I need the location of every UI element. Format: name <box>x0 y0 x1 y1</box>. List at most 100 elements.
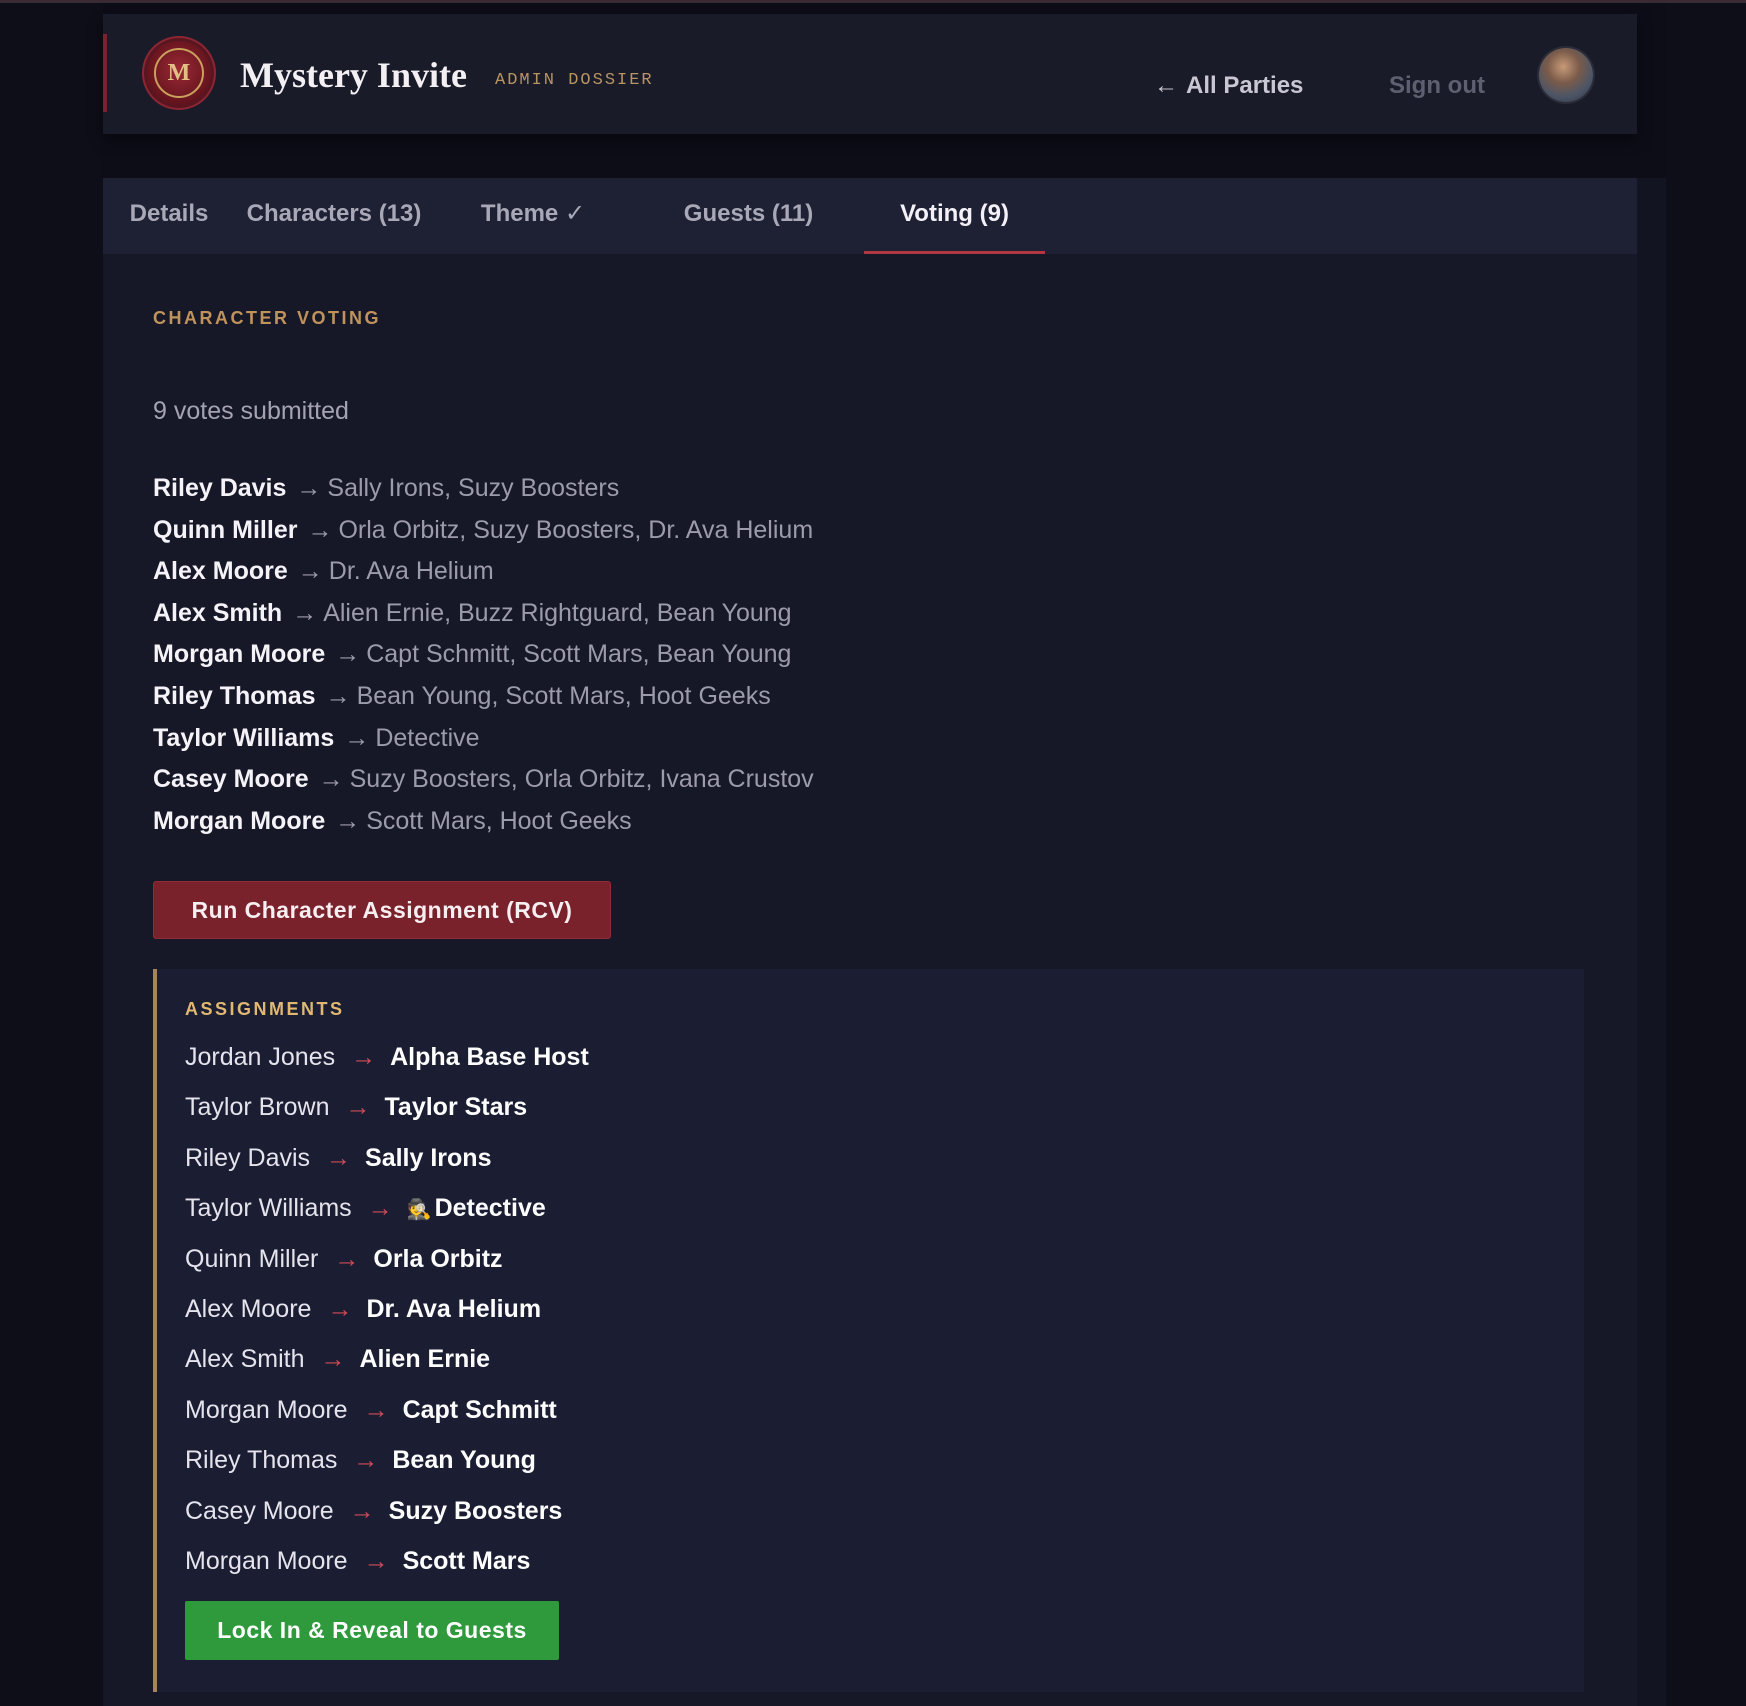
guest-name: Jordan Jones <box>185 1043 336 1071</box>
vote-choices: Dr. Ava Helium <box>328 557 494 586</box>
character-name: 🕵 Detective <box>407 1194 546 1222</box>
votes-count: 9 votes submitted <box>153 397 349 425</box>
vote-choices: Bean Young, Scott Mars, Hoot Geeks <box>356 681 771 710</box>
brand-title[interactable]: Mystery Invite <box>240 54 467 96</box>
voter-name: Quinn Miller <box>153 515 298 544</box>
tab-bar: Details Characters (13) Theme ✓ Guests (… <box>103 178 1637 254</box>
arrow-right-icon: → <box>307 515 333 544</box>
tab-guests[interactable]: Guests (11) <box>633 178 864 254</box>
arrow-right-icon: → <box>297 557 323 586</box>
arrow-right-icon: → <box>327 1294 353 1323</box>
guest-name: Taylor Brown <box>185 1093 330 1122</box>
vote-choices: Capt Schmitt, Scott Mars, Bean Young <box>366 640 792 669</box>
vote-choices: Alien Ernie, Buzz Rightguard, Bean Young <box>323 598 792 627</box>
arrow-right-icon: → <box>320 1345 346 1374</box>
tab-voting[interactable]: Voting (9) <box>864 178 1045 254</box>
assignment-row: Alex Smith → Alien Ernie <box>185 1334 589 1384</box>
voter-name: Taylor Williams <box>153 723 335 752</box>
assignment-row: Riley Thomas → Bean Young <box>185 1435 589 1485</box>
arrow-right-icon: → <box>335 640 361 669</box>
run-assignment-button[interactable]: Run Character Assignment (RCV) <box>153 881 611 939</box>
character-label: Suzy Boosters <box>388 1496 563 1525</box>
vote-choices: Scott Mars, Hoot Geeks <box>366 806 632 835</box>
assignment-row: Riley Davis → Sally Irons <box>185 1133 589 1183</box>
vote-row: Morgan Moore → Scott Mars, Hoot Geeks <box>153 801 814 843</box>
party-admin-panel: Details Characters (13) Theme ✓ Guests (… <box>103 178 1637 1706</box>
tab-characters[interactable]: Characters (13) <box>235 178 433 254</box>
tab-theme[interactable]: Theme ✓ <box>433 178 633 254</box>
character-label: Bean Young <box>392 1446 536 1475</box>
all-parties-label: All Parties <box>1186 72 1304 99</box>
arrow-right-icon: → <box>334 1244 360 1273</box>
vote-row: Quinn Miller → Orla Orbitz, Suzy Boosters,… <box>153 510 814 552</box>
character-label: Taylor Stars <box>384 1093 528 1122</box>
voter-name: Morgan Moore <box>153 640 326 669</box>
right-gutter <box>1666 3 1746 1706</box>
arrow-right-icon: → <box>351 1043 377 1071</box>
character-label: Alpha Base Host <box>390 1043 589 1071</box>
vote-row: Casey Moore → Suzy Boosters, Orla Orbitz, … <box>153 759 814 801</box>
vote-choices: Orla Orbitz, Suzy Boosters, Dr. Ava Heli… <box>338 515 814 544</box>
monogram-seal-icon[interactable]: M <box>147 41 211 105</box>
guest-name: Riley Thomas <box>185 1446 338 1475</box>
character-name: Scott Mars <box>403 1547 531 1575</box>
vote-list: Riley Davis → Sally Irons, Suzy Boosters Qu… <box>153 468 814 842</box>
sign-out-link[interactable]: Sign out <box>1389 72 1485 100</box>
assignment-row: Alex Moore → Dr. Ava Helium <box>185 1284 589 1334</box>
assignment-row: Jordan Jones → Alpha Base Host <box>185 1032 589 1082</box>
guest-name: Casey Moore <box>185 1496 334 1525</box>
header-accent-bar <box>103 34 107 112</box>
active-tab-indicator <box>864 251 1045 254</box>
character-label: Sally Irons <box>365 1143 492 1172</box>
character-name: Alien Ernie <box>359 1345 490 1373</box>
logo-monogram: M <box>154 48 204 98</box>
assignment-row: Taylor Williams → 🕵 Detective <box>185 1183 589 1233</box>
app-header: M Mystery Invite ADMIN DOSSIER ← All Par… <box>103 14 1637 134</box>
character-name: Capt Schmitt <box>403 1396 557 1424</box>
arrow-right-icon: → <box>353 1446 379 1475</box>
section-title: CHARACTER VOTING <box>153 308 381 328</box>
arrow-right-icon: → <box>363 1546 389 1575</box>
arrow-right-icon: → <box>363 1395 389 1424</box>
character-name: Suzy Boosters <box>389 1497 563 1525</box>
arrow-left-icon: ← <box>1154 72 1178 99</box>
character-name: Orla Orbitz <box>373 1245 502 1273</box>
tab-details[interactable]: Details <box>103 178 235 254</box>
detective-icon: 🕵 <box>406 1199 432 1222</box>
assignments-panel: ASSIGNMENTS Jordan Jones → Alpha Base Host… <box>153 969 1584 1692</box>
voter-name: Alex Moore <box>153 557 288 586</box>
character-name: Taylor Stars <box>385 1093 528 1121</box>
character-name: Dr. Ava Helium <box>366 1295 541 1323</box>
lock-reveal-button[interactable]: Lock In & Reveal to Guests <box>185 1601 559 1660</box>
vote-row: Morgan Moore → Capt Schmitt, Scott Mars, B… <box>153 634 814 676</box>
arrow-right-icon: → <box>296 474 322 502</box>
guest-name: Taylor Williams <box>185 1194 352 1223</box>
arrow-right-icon: → <box>318 765 344 794</box>
arrow-right-icon: → <box>367 1194 393 1223</box>
guest-name: Alex Smith <box>185 1345 305 1374</box>
arrow-right-icon: → <box>326 1143 352 1172</box>
arrow-right-icon: → <box>349 1496 375 1525</box>
vote-row: Riley Thomas → Bean Young, Scott Mars, Hoo… <box>153 676 814 718</box>
guest-name: Riley Davis <box>185 1143 311 1172</box>
assignment-row: Casey Moore → Suzy Boosters <box>185 1486 589 1536</box>
vote-choices: Suzy Boosters, Orla Orbitz, Ivana Crusto… <box>349 765 814 794</box>
arrow-right-icon: → <box>325 681 351 710</box>
user-avatar[interactable] <box>1539 48 1593 102</box>
all-parties-link[interactable]: ← All Parties <box>1154 72 1303 100</box>
vote-row: Alex Moore → Dr. Ava Helium <box>153 551 814 593</box>
assignment-row: Taylor Brown → Taylor Stars <box>185 1082 589 1132</box>
left-gutter <box>0 3 103 1706</box>
character-label: Orla Orbitz <box>373 1244 503 1273</box>
character-label: Capt Schmitt <box>402 1395 557 1424</box>
character-label: Dr. Ava Helium <box>366 1294 542 1323</box>
guest-name: Morgan Moore <box>185 1546 348 1575</box>
voter-name: Casey Moore <box>153 765 309 794</box>
arrow-right-icon: → <box>335 806 361 835</box>
vote-row: Alex Smith → Alien Ernie, Buzz Rightguard,… <box>153 593 814 635</box>
voter-name: Riley Thomas <box>153 681 316 710</box>
voter-name: Alex Smith <box>153 598 283 627</box>
character-name: Sally Irons <box>365 1144 491 1172</box>
character-label: Detective <box>434 1194 546 1223</box>
vote-row: Riley Davis → Sally Irons, Suzy Boosters <box>153 468 814 510</box>
